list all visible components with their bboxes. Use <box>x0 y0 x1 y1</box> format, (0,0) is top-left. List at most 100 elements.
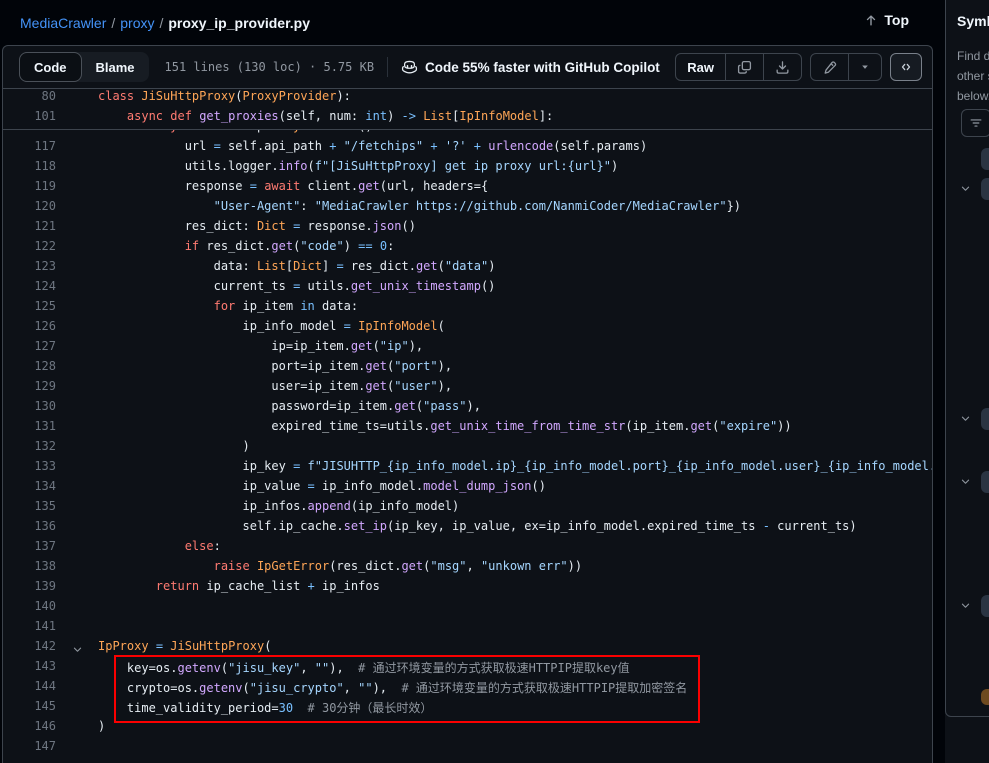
code-text: expired_time_ts=utils.get_unix_time_from… <box>98 419 792 439</box>
code-text: time_validity_period=30 # 30分钟（最长时效） <box>98 699 432 719</box>
code-line: 117 url = self.api_path + "/fetchips" + … <box>3 139 932 159</box>
line-number[interactable]: 141 <box>3 619 56 639</box>
line-number[interactable]: 131 <box>3 419 56 439</box>
symbol-pill[interactable] <box>981 471 989 493</box>
symbol-pill[interactable] <box>981 178 989 200</box>
line-number[interactable]: 143 <box>3 659 56 679</box>
gutter-space <box>56 739 98 759</box>
line-number[interactable]: 80 <box>3 89 56 109</box>
symbols-panel-toggle-button[interactable] <box>890 53 922 81</box>
raw-button[interactable]: Raw <box>676 54 726 80</box>
chevron-down-icon[interactable] <box>960 476 971 487</box>
line-number[interactable]: 101 <box>3 109 56 129</box>
copilot-banner[interactable]: Code 55% faster with GitHub Copilot <box>401 59 660 76</box>
line-number[interactable]: 134 <box>3 479 56 499</box>
line-number[interactable]: 117 <box>3 139 56 159</box>
line-number[interactable]: 124 <box>3 279 56 299</box>
arrow-up-icon <box>864 13 878 27</box>
copy-raw-button[interactable] <box>726 54 764 80</box>
line-number[interactable]: 126 <box>3 319 56 339</box>
line-number[interactable]: 119 <box>3 179 56 199</box>
code-text: class JiSuHttpProxy(ProxyProvider): <box>98 89 351 109</box>
tab-code[interactable]: Code <box>19 52 82 82</box>
tab-blame[interactable]: Blame <box>82 52 149 82</box>
breadcrumb-folder-link[interactable]: proxy <box>120 15 154 31</box>
line-number[interactable]: 127 <box>3 339 56 359</box>
edit-file-button[interactable] <box>811 54 849 80</box>
line-number[interactable]: 129 <box>3 379 56 399</box>
line-number[interactable]: 118 <box>3 159 56 179</box>
line-number[interactable]: 121 <box>3 219 56 239</box>
code-text: ) <box>98 439 250 459</box>
line-number[interactable]: 120 <box>3 199 56 219</box>
code-text: for ip_item in data: <box>98 299 358 319</box>
line-number[interactable]: 137 <box>3 539 56 559</box>
breadcrumb-repo-link[interactable]: MediaCrawler <box>20 15 106 31</box>
caret-down-icon <box>860 62 870 72</box>
line-number[interactable]: 138 <box>3 559 56 579</box>
symbol-item[interactable] <box>945 686 989 708</box>
line-number[interactable]: 140 <box>3 599 56 619</box>
gutter-space <box>56 539 98 559</box>
pencil-icon <box>822 60 837 75</box>
line-number[interactable]: 142 <box>3 639 56 659</box>
line-number[interactable]: 144 <box>3 679 56 699</box>
copy-icon <box>737 60 752 75</box>
chevron-down-icon[interactable] <box>960 183 971 194</box>
code-line: 136 self.ip_cache.set_ip(ip_key, ip_valu… <box>3 519 932 539</box>
line-number[interactable]: 128 <box>3 359 56 379</box>
line-number[interactable]: 147 <box>3 739 56 759</box>
chevron-down-icon[interactable] <box>960 600 971 611</box>
code-line: 138 raise IpGetError(res_dict.get("msg",… <box>3 559 932 579</box>
line-number[interactable]: 136 <box>3 519 56 539</box>
gutter-space <box>56 219 98 239</box>
sticky-scope-header: 80 class JiSuHttpProxy(ProxyProvider): 101… <box>3 89 932 130</box>
download-raw-button[interactable] <box>764 54 801 80</box>
symbol-pill[interactable] <box>981 595 989 617</box>
file-view-container: Code Blame 151 lines (130 loc) · 5.75 KB… <box>2 45 933 763</box>
line-number[interactable]: 133 <box>3 459 56 479</box>
symbol-pill-accent[interactable] <box>981 689 989 705</box>
code-line: 145 time_validity_period=30 # 30分钟（最长时效） <box>3 699 932 719</box>
line-number[interactable]: 135 <box>3 499 56 519</box>
line-number[interactable]: 146 <box>3 719 56 739</box>
code-text: url = self.api_path + "/fetchips" + '?' … <box>98 139 647 159</box>
collapse-chevron-icon[interactable] <box>56 639 98 659</box>
filter-icon <box>969 116 983 130</box>
gutter-space <box>56 299 98 319</box>
scroll-to-top-button[interactable]: Top <box>864 12 909 28</box>
line-number[interactable]: 125 <box>3 299 56 319</box>
gutter-space <box>56 139 98 159</box>
code-text: if res_dict.get("code") == 0: <box>98 239 394 259</box>
gutter-space <box>56 259 98 279</box>
symbol-item[interactable] <box>945 408 989 430</box>
gutter-space <box>56 399 98 419</box>
symbol-item[interactable] <box>945 595 989 617</box>
code-text: data: List[Dict] = res_dict.get("data") <box>98 259 495 279</box>
code-text: self.ip_cache.set_ip(ip_key, ip_value, e… <box>98 519 857 539</box>
line-number[interactable]: 123 <box>3 259 56 279</box>
line-number[interactable]: 122 <box>3 239 56 259</box>
symbol-item[interactable] <box>945 148 989 170</box>
edit-options-dropdown[interactable] <box>849 54 881 80</box>
symbols-panel-title: Symbols <box>957 13 989 29</box>
gutter-space <box>56 459 98 479</box>
breadcrumb-filename: proxy_ip_provider.py <box>168 15 310 31</box>
gutter-space <box>56 89 98 109</box>
line-number[interactable]: 139 <box>3 579 56 599</box>
download-icon <box>775 60 790 75</box>
code-text: ip=ip_item.get("ip"), <box>98 339 423 359</box>
line-number[interactable]: 132 <box>3 439 56 459</box>
line-number[interactable]: 130 <box>3 399 56 419</box>
symbol-item[interactable] <box>945 178 989 200</box>
gutter-space <box>56 379 98 399</box>
gutter-space <box>56 599 98 619</box>
line-number[interactable]: 145 <box>3 699 56 719</box>
code-line: 144 crypto=os.getenv("jisu_crypto", ""),… <box>3 679 932 699</box>
symbol-pill[interactable] <box>981 408 989 430</box>
symbols-filter-button[interactable] <box>961 109 989 137</box>
code-text: key=os.getenv("jisu_key", ""), # 通过环境变量的… <box>98 659 630 679</box>
chevron-down-icon[interactable] <box>960 413 971 424</box>
symbol-item[interactable] <box>945 471 989 493</box>
symbol-pill[interactable] <box>981 148 989 170</box>
